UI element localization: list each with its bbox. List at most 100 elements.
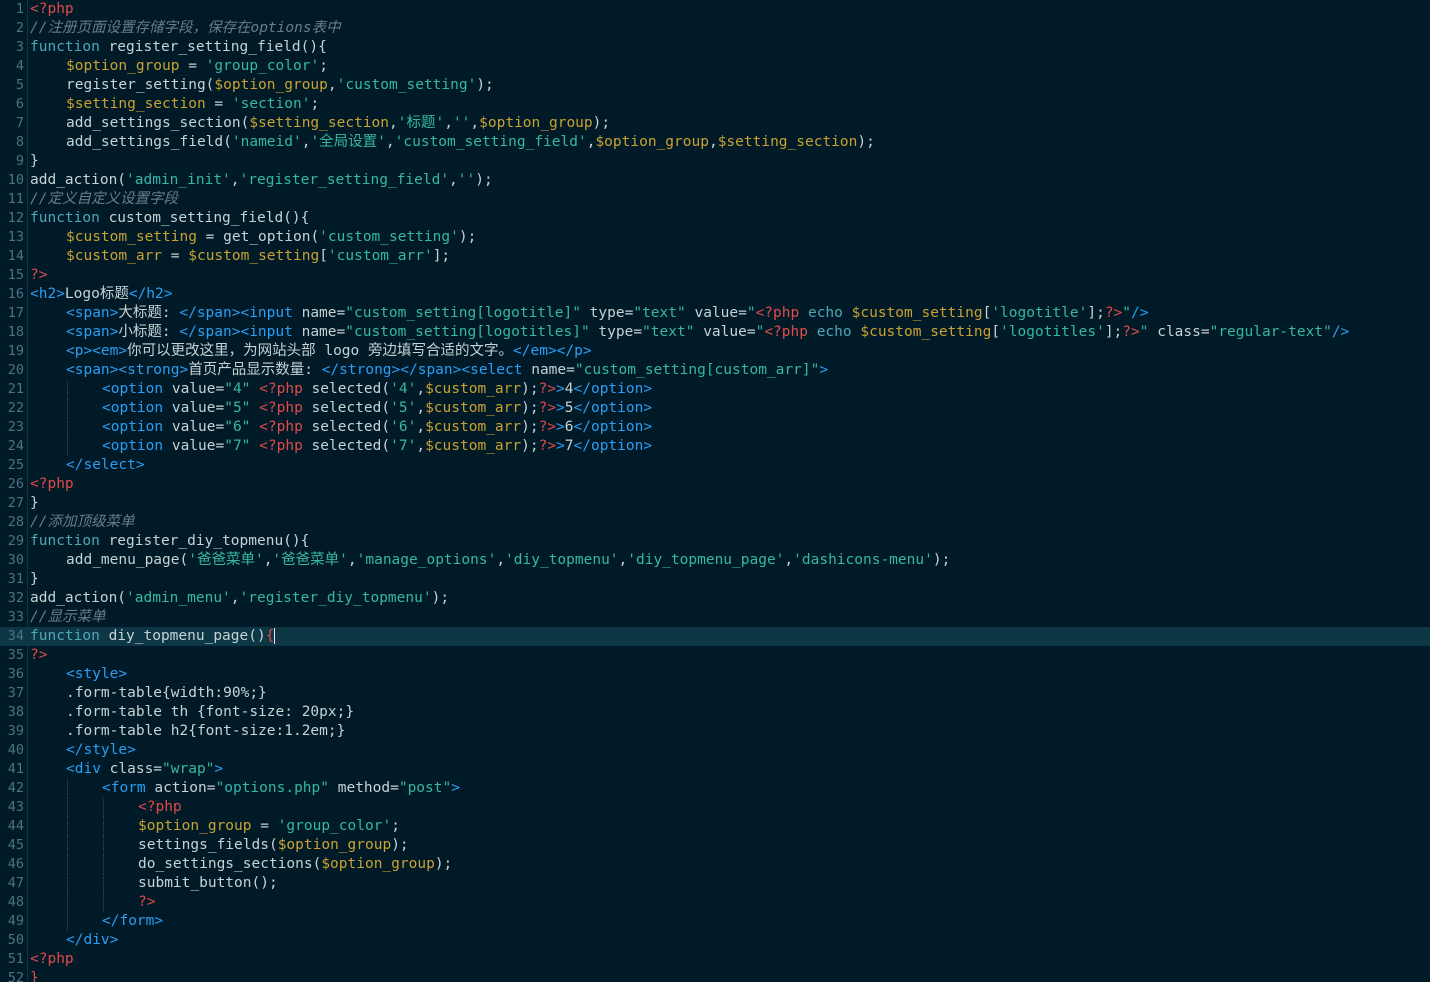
- code-line[interactable]: 50 </div>: [0, 931, 1430, 950]
- html-tag-token: </div>: [66, 932, 119, 948]
- line-number: 31: [7, 571, 24, 587]
- html-tag-token: >: [451, 780, 460, 796]
- string-token: "text": [633, 305, 686, 321]
- code-line[interactable]: 48 ?>: [0, 893, 1430, 912]
- code-line[interactable]: 4 $option_group = 'group_color';: [0, 57, 1430, 76]
- code-line[interactable]: 45 settings_fields($option_group);: [0, 836, 1430, 855]
- code-line[interactable]: 7 add_settings_section($setting_section,'…: [0, 114, 1430, 133]
- php-tag-token: ?>: [30, 647, 48, 663]
- string-token: 'admin_init': [126, 172, 231, 188]
- line-content: .form-table{width:90%;}: [66, 684, 267, 703]
- line-content: add_settings_field('nameid','全局设置','cust…: [66, 133, 875, 152]
- code-line[interactable]: 6 $setting_section = 'section';: [0, 95, 1430, 114]
- code-line[interactable]: 20 <span><strong>首页产品显示数量: </strong></spa…: [0, 361, 1430, 380]
- code-line[interactable]: 19 <p><em>你可以更改这里，为网站头部 logo 旁边填写合适的文字。</…: [0, 342, 1430, 361]
- string-token: "post": [398, 780, 452, 796]
- line-content: $custom_setting = get_option('custom_set…: [66, 228, 476, 247]
- code-line[interactable]: 22 <option value="5" <?php selected('5',$…: [0, 399, 1430, 418]
- line-number: 37: [7, 685, 24, 701]
- code-text: value=: [163, 381, 225, 397]
- code-line[interactable]: 2 //注册页面设置存储字段，保存在options表中: [0, 19, 1430, 38]
- code-line[interactable]: 36 <style>: [0, 665, 1430, 684]
- code-line[interactable]: 10 add_action('admin_init','register_sett…: [0, 171, 1430, 190]
- code-line[interactable]: 33 //显示菜单: [0, 608, 1430, 627]
- code-line[interactable]: 34 function diy_topmenu_page(){: [0, 627, 1430, 646]
- code-text: ,: [618, 552, 628, 568]
- php-tag-token: <?php: [259, 381, 303, 397]
- code-line[interactable]: 29 function register_diy_topmenu(){: [0, 532, 1430, 551]
- code-line[interactable]: 11 //定义自定义设置字段: [0, 190, 1430, 209]
- code-line[interactable]: 52}: [0, 969, 1430, 982]
- code-text: =: [205, 96, 232, 112]
- code-text: );: [434, 856, 453, 872]
- code-line[interactable]: 35 ?>: [0, 646, 1430, 665]
- code-line[interactable]: 26 <?php: [0, 475, 1430, 494]
- code-line[interactable]: 3 function register_setting_field(){: [0, 38, 1430, 57]
- html-tag-token: <form: [102, 780, 146, 796]
- line-number: 1: [15, 1, 24, 17]
- code-line[interactable]: 23 <option value="6" <?php selected('6',$…: [0, 418, 1430, 437]
- code-line[interactable]: 21 <option value="4" <?php selected('4',$…: [0, 380, 1430, 399]
- code-line[interactable]: 44 $option_group = 'group_color';: [0, 817, 1430, 836]
- code-text: selected(: [302, 400, 391, 416]
- line-number: 32: [7, 590, 24, 606]
- code-line[interactable]: 51 <?php: [0, 950, 1430, 969]
- line-content: <?php: [30, 950, 74, 969]
- code-line[interactable]: 16 <h2>Logo标题</h2>: [0, 285, 1430, 304]
- code-line[interactable]: 25 </select>: [0, 456, 1430, 475]
- code-line[interactable]: 14 $custom_arr = $custom_setting['custom_…: [0, 247, 1430, 266]
- code-line[interactable]: 39 .form-table h2{font-size:1.2em;}: [0, 722, 1430, 741]
- keyword-token: function: [30, 628, 100, 644]
- code-text: ,: [416, 381, 426, 397]
- code-line[interactable]: 40 </style>: [0, 741, 1430, 760]
- string-token: '4': [390, 381, 417, 397]
- line-content: </form>: [102, 912, 163, 931]
- code-line[interactable]: 31}: [0, 570, 1430, 589]
- code-line[interactable]: 17 <span>大标题: </span><input name="custom_…: [0, 304, 1430, 323]
- code-line[interactable]: 9}: [0, 152, 1430, 171]
- code-text: ,: [230, 172, 240, 188]
- code-line[interactable]: 12 function custom_setting_field(){: [0, 209, 1430, 228]
- code-line[interactable]: 8 add_settings_field('nameid','全局设置','cus…: [0, 133, 1430, 152]
- indent-guide: [67, 418, 68, 437]
- line-number: 17: [7, 305, 24, 321]
- code-line[interactable]: 46 do_settings_sections($option_group);: [0, 855, 1430, 874]
- code-line[interactable]: 15 ?>: [0, 266, 1430, 285]
- code-line[interactable]: 27}: [0, 494, 1430, 513]
- code-text: 你可以更改这里，为网站头部 logo 旁边填写合适的文字。: [127, 343, 513, 359]
- code-text: action=: [145, 780, 216, 796]
- indent-guide: [103, 798, 104, 817]
- code-text: ,: [416, 438, 426, 454]
- code-line[interactable]: 30 add_menu_page('爸爸菜单','爸爸菜单','manage_op…: [0, 551, 1430, 570]
- code-line[interactable]: 1 <?php: [0, 0, 1430, 19]
- line-number: 40: [7, 742, 24, 758]
- code-line[interactable]: 24 <option value="7" <?php selected('7',$…: [0, 437, 1430, 456]
- code-text: 6: [564, 419, 574, 435]
- code-area[interactable]: 1 <?php 2 //注册页面设置存储字段，保存在options表中 3 functio…: [0, 0, 1430, 982]
- html-tag-token: >: [556, 419, 565, 435]
- comment-token: //注册页面设置存储字段，保存在options表中: [30, 20, 341, 36]
- php-tag-token: ?>: [1104, 305, 1123, 321]
- string-token: 'group_color': [205, 58, 320, 74]
- code-line[interactable]: 43 <?php: [0, 798, 1430, 817]
- code-line[interactable]: 5 register_setting($option_group,'custom_…: [0, 76, 1430, 95]
- code-line[interactable]: 32 add_action('admin_menu','register_diy_…: [0, 589, 1430, 608]
- code-line[interactable]: 38 .form-table th {font-size: 20px;}: [0, 703, 1430, 722]
- code-line[interactable]: 41 <div class="wrap">: [0, 760, 1430, 779]
- code-line[interactable]: 42 <form action="options.php" method="pos…: [0, 779, 1430, 798]
- code-line[interactable]: 49 </form>: [0, 912, 1430, 931]
- string-token: "custom_setting[custom_arr]": [574, 362, 820, 378]
- line-content: add_action('admin_init','register_settin…: [30, 171, 493, 190]
- line-content: $option_group = 'group_color';: [66, 57, 328, 76]
- code-editor[interactable]: 1 <?php 2 //注册页面设置存储字段，保存在options表中 3 functio…: [0, 0, 1430, 982]
- code-line[interactable]: 28 //添加顶级菜单: [0, 513, 1430, 532]
- html-tag-token: >: [556, 400, 565, 416]
- code-line[interactable]: 18 <span>小标题: </span><input name="custom_…: [0, 323, 1430, 342]
- code-line[interactable]: 47 submit_button();: [0, 874, 1430, 893]
- code-text: ,: [784, 552, 794, 568]
- code-text: ,: [708, 134, 718, 150]
- code-line[interactable]: 13 $custom_setting = get_option('custom_s…: [0, 228, 1430, 247]
- code-line[interactable]: 37 .form-table{width:90%;}: [0, 684, 1430, 703]
- line-number: 19: [7, 343, 24, 359]
